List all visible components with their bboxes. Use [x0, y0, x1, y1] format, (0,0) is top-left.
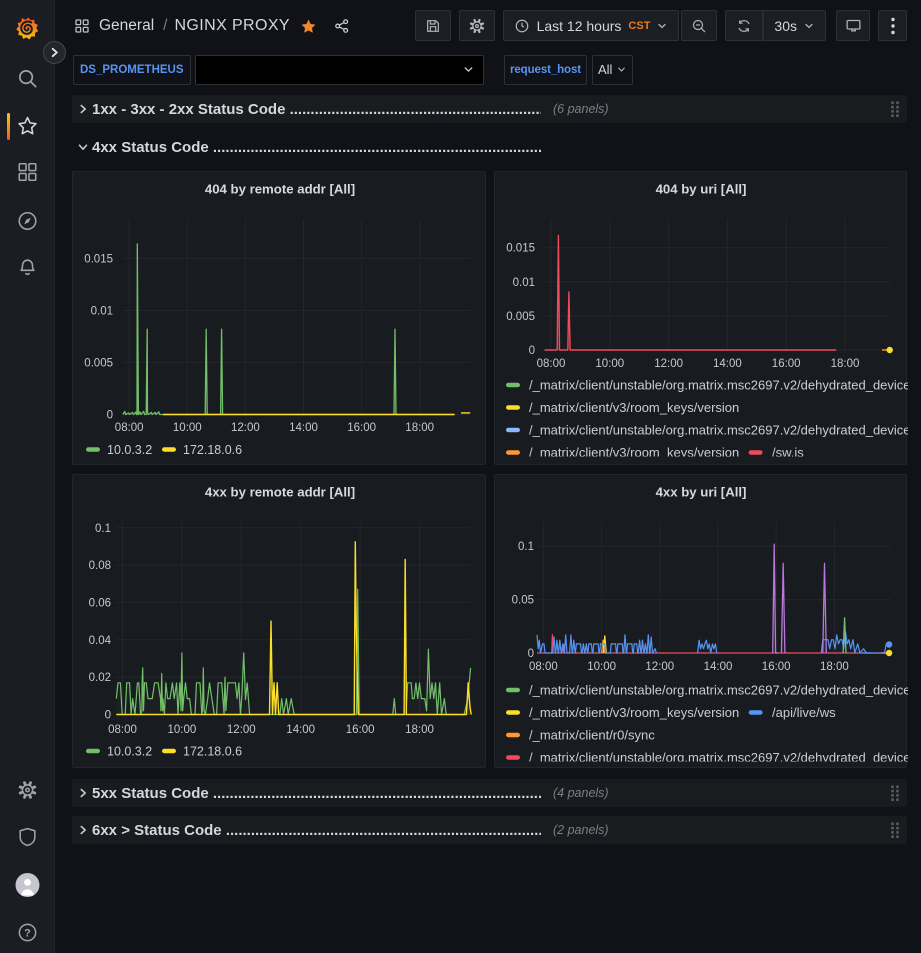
svg-text:0.01: 0.01 — [91, 306, 113, 318]
svg-text:/sw.js: /sw.js — [772, 445, 804, 460]
svg-text:14:00: 14:00 — [713, 358, 742, 370]
svg-text:0.015: 0.015 — [84, 254, 113, 266]
svg-text:18:00: 18:00 — [405, 724, 434, 736]
svg-text:18:00: 18:00 — [820, 661, 849, 673]
svg-text:08:00: 08:00 — [537, 358, 566, 370]
svg-text:16:00: 16:00 — [772, 358, 801, 370]
svg-text:/_matrix/client/unstable/org.m: /_matrix/client/unstable/org.matrix.msc2… — [529, 683, 908, 698]
svg-text:0.005: 0.005 — [84, 358, 113, 370]
svg-text:4xx by uri [All]: 4xx by uri [All] — [656, 485, 747, 500]
svg-text:0: 0 — [105, 710, 111, 722]
svg-text:/_matrix/client/v3/room_keys/v: /_matrix/client/v3/room_keys/version — [529, 400, 739, 415]
svg-text:0.08: 0.08 — [89, 560, 111, 572]
svg-text:0.01: 0.01 — [513, 277, 535, 289]
svg-text:10:00: 10:00 — [587, 661, 616, 673]
svg-text:4xx by remote addr [All]: 4xx by remote addr [All] — [205, 485, 355, 500]
svg-text:/_matrix/client/unstable/org.m: /_matrix/client/unstable/org.matrix.msc2… — [529, 378, 908, 393]
svg-text:?: ? — [24, 927, 31, 939]
svg-text:404 by remote addr [All]: 404 by remote addr [All] — [205, 182, 355, 197]
svg-text:10.0.3.2: 10.0.3.2 — [107, 443, 152, 457]
svg-text:14:00: 14:00 — [704, 661, 733, 673]
svg-text:0: 0 — [528, 648, 534, 660]
svg-text:08:00: 08:00 — [115, 422, 144, 434]
svg-text:14:00: 14:00 — [286, 724, 315, 736]
svg-text:172.18.0.6: 172.18.0.6 — [183, 443, 242, 457]
svg-text:0.02: 0.02 — [89, 672, 111, 684]
svg-text:16:00: 16:00 — [347, 422, 376, 434]
svg-text:12:00: 12:00 — [231, 422, 260, 434]
svg-text:404 by uri [All]: 404 by uri [All] — [656, 182, 747, 197]
svg-text:0.1: 0.1 — [95, 523, 111, 535]
svg-text:0.1: 0.1 — [518, 541, 534, 553]
svg-text:18:00: 18:00 — [831, 358, 860, 370]
svg-text:12:00: 12:00 — [654, 358, 683, 370]
svg-text:0.005: 0.005 — [506, 311, 535, 323]
svg-text:/_matrix/client/v3/room_keys/v: /_matrix/client/v3/room_keys/version — [529, 445, 739, 460]
svg-text:10:00: 10:00 — [168, 724, 197, 736]
svg-text:08:00: 08:00 — [529, 661, 558, 673]
svg-text:0.04: 0.04 — [89, 635, 112, 647]
svg-text:/_matrix/client/v3/room_keys/v: /_matrix/client/v3/room_keys/version — [529, 705, 739, 720]
svg-text:12:00: 12:00 — [645, 661, 674, 673]
svg-text:10:00: 10:00 — [173, 422, 202, 434]
svg-text:/api/live/ws: /api/live/ws — [772, 705, 836, 720]
svg-text:18:00: 18:00 — [405, 422, 434, 434]
svg-text:0: 0 — [107, 410, 113, 422]
svg-text:/_matrix/client/unstable/org.m: /_matrix/client/unstable/org.matrix.msc2… — [529, 750, 908, 765]
svg-text:16:00: 16:00 — [346, 724, 375, 736]
svg-text:16:00: 16:00 — [762, 661, 791, 673]
svg-text:0.05: 0.05 — [512, 595, 534, 607]
svg-text:172.18.0.6: 172.18.0.6 — [183, 745, 242, 759]
svg-text:0.015: 0.015 — [506, 243, 535, 255]
svg-text:0.06: 0.06 — [89, 597, 111, 609]
svg-text:08:00: 08:00 — [108, 724, 137, 736]
svg-text:14:00: 14:00 — [289, 422, 318, 434]
svg-text:0: 0 — [529, 345, 535, 357]
svg-text:10.0.3.2: 10.0.3.2 — [107, 745, 152, 759]
svg-text:10:00: 10:00 — [595, 358, 624, 370]
svg-text:12:00: 12:00 — [227, 724, 256, 736]
svg-text:/_matrix/client/unstable/org.m: /_matrix/client/unstable/org.matrix.msc2… — [529, 423, 908, 438]
svg-text:/_matrix/client/r0/sync: /_matrix/client/r0/sync — [529, 728, 655, 743]
